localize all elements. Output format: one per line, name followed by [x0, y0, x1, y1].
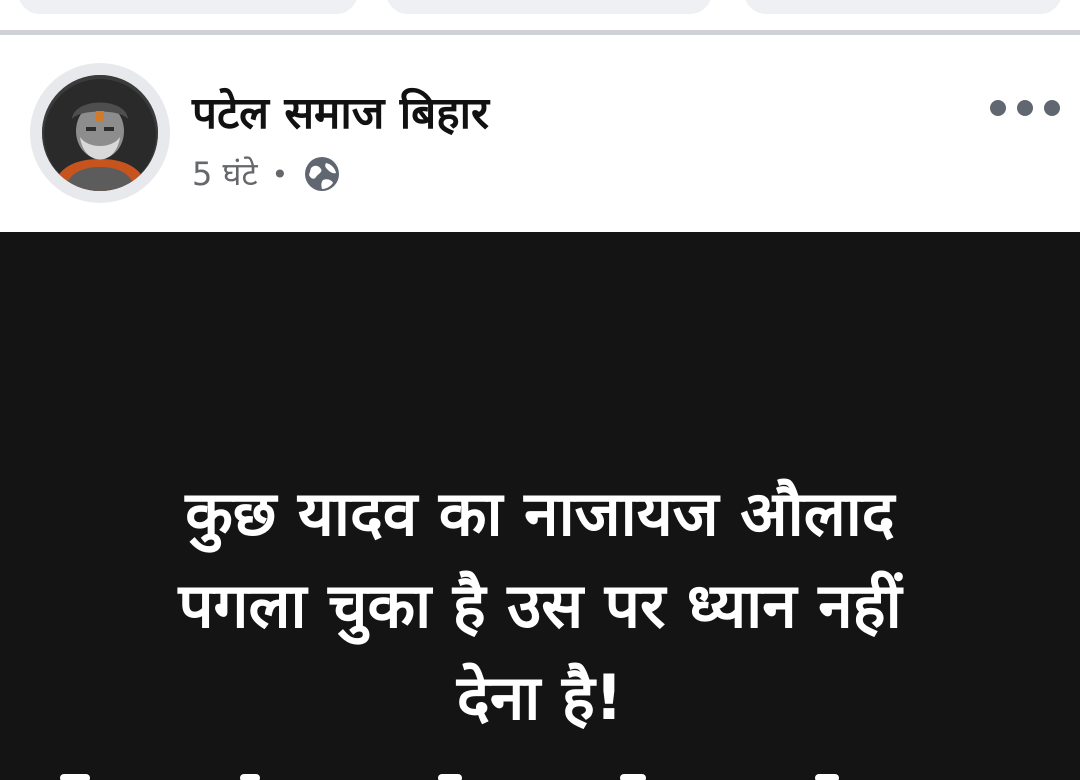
post-meta: 5 घंटे • — [192, 152, 342, 196]
post-timestamp[interactable]: 5 घंटे — [192, 152, 258, 196]
post-author-name[interactable]: पटेल समाज बिहार — [192, 86, 489, 142]
filter-chip[interactable] — [18, 0, 358, 14]
more-horizontal-icon[interactable] — [990, 88, 1060, 128]
filter-chip[interactable] — [744, 0, 1062, 14]
top-filter-strip — [0, 0, 1080, 30]
filter-chip[interactable] — [386, 0, 712, 14]
next-line-text-fragment — [0, 770, 1080, 780]
meta-separator: • — [271, 157, 289, 191]
menu-dot — [1017, 100, 1033, 116]
profile-avatar-icon[interactable] — [42, 75, 158, 191]
menu-dot — [1044, 100, 1060, 116]
menu-dot — [990, 100, 1006, 116]
post-text: कुछ यादव का नाजायज औलाद पगला चुका है उस … — [178, 477, 902, 734]
globe-icon[interactable] — [302, 154, 342, 194]
